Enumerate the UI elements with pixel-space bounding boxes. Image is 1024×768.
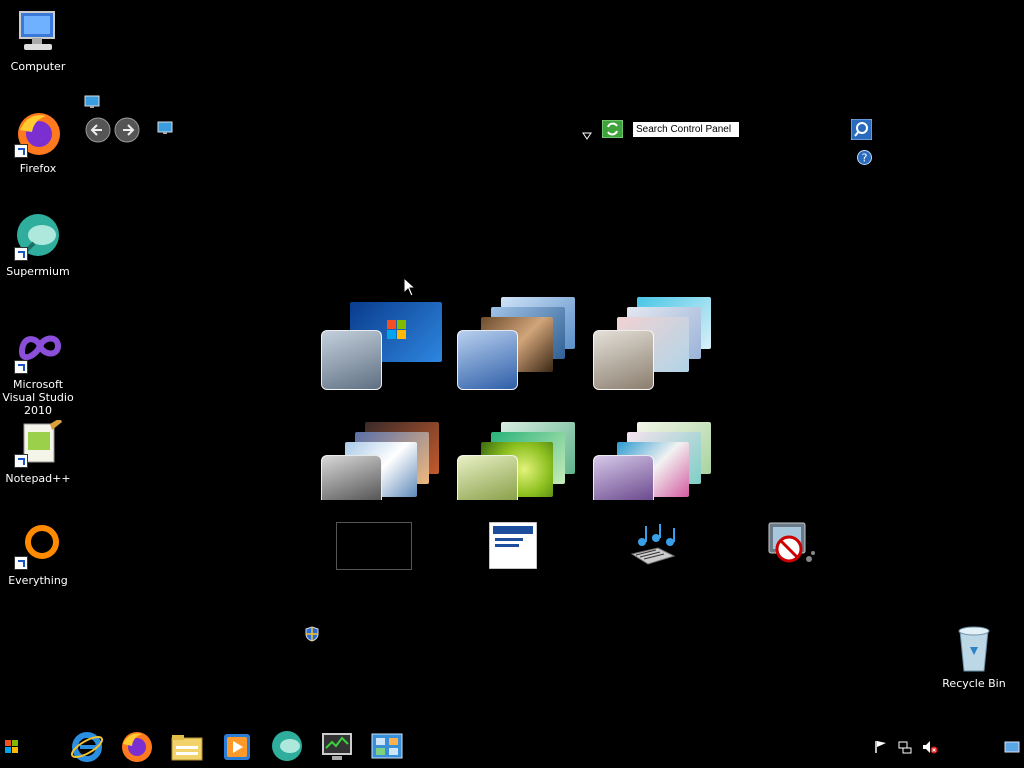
desktop-icon-supermium[interactable]: Supermium: [0, 213, 76, 278]
action-center-flag-button[interactable]: [874, 739, 888, 753]
desktop-icon-label: Microsoft Visual Studio 2010: [2, 378, 74, 417]
volume-muted-icon: [923, 741, 938, 754]
taskbar-file-explorer[interactable]: [170, 730, 204, 764]
help-icon: ?: [857, 150, 872, 165]
firefox-icon: [122, 732, 152, 762]
media-player-icon: [224, 734, 250, 760]
search-button[interactable]: [850, 118, 873, 141]
monitor-icon: [322, 733, 352, 760]
control-panel-icon: [371, 733, 403, 759]
theme-glass-swatch: [593, 330, 654, 390]
supermium-icon: [272, 731, 302, 761]
taskbar-internet-explorer[interactable]: [70, 730, 104, 764]
windows-logo-icon: [387, 320, 407, 344]
shortcut-arrow-icon: [14, 360, 28, 374]
taskbar-supermium[interactable]: [270, 730, 304, 764]
screen-saver-button[interactable]: [767, 521, 817, 569]
theme-glass-swatch: [457, 455, 518, 500]
theme-glass-swatch: [321, 330, 382, 390]
action-center-flag-icon: [875, 741, 886, 753]
desktop-icon-everything[interactable]: Everything: [0, 522, 76, 587]
network-button[interactable]: [898, 739, 912, 754]
taskbar-media-player[interactable]: [220, 730, 254, 764]
visual-studio-icon: [14, 326, 62, 374]
show-desktop-icon: [1004, 741, 1020, 753]
shortcut-arrow-icon: [14, 556, 28, 570]
forward-button[interactable]: [113, 117, 141, 143]
back-icon: [85, 117, 111, 143]
firefox-icon: [14, 110, 62, 158]
mouse-cursor-icon: [403, 276, 417, 301]
desktop-icon-visual-studio[interactable]: Microsoft Visual Studio 2010: [0, 326, 76, 417]
theme-windows-7[interactable]: [321, 300, 451, 400]
theme-glass-swatch: [321, 455, 382, 500]
network-icon: [898, 741, 912, 754]
desktop-icon-label: Computer: [10, 60, 66, 73]
screen-saver-icon: [768, 522, 815, 563]
refresh-icon: [601, 119, 624, 139]
forward-icon: [114, 117, 140, 143]
everything-icon: [14, 522, 62, 570]
file-explorer-icon: [171, 735, 203, 761]
sounds-button[interactable]: [628, 520, 678, 568]
sounds-icon: [630, 524, 676, 565]
supermium-icon: [14, 213, 62, 261]
shortcut-arrow-icon: [14, 144, 28, 158]
search-icon: [850, 118, 873, 141]
back-button[interactable]: [84, 117, 112, 143]
recycle-bin-icon: [950, 625, 998, 673]
desktop-icon-computer[interactable]: Computer: [0, 8, 76, 73]
taskbar-firefox[interactable]: [120, 730, 154, 764]
start-button[interactable]: [4, 738, 20, 754]
theme-nature[interactable]: [457, 422, 587, 522]
start-orb-icon: [5, 740, 18, 753]
theme-landscapes[interactable]: [321, 422, 451, 522]
address-bar-icon[interactable]: [157, 120, 173, 134]
desktop-icon-label: Supermium: [6, 265, 70, 278]
theme-glass-swatch: [457, 330, 518, 390]
desktop-icon-recycle-bin[interactable]: Recycle Bin: [936, 625, 1012, 690]
desktop-icon-label: Recycle Bin: [942, 677, 1006, 690]
help-button[interactable]: ?: [857, 150, 872, 165]
desktop-background-button[interactable]: [336, 522, 412, 570]
uac-shield-icon: [305, 626, 319, 642]
shortcut-arrow-icon: [14, 454, 28, 468]
desktop-icon-notepadpp[interactable]: Notepad++: [0, 418, 76, 485]
svg-text:?: ?: [862, 152, 868, 165]
window-color-icon: [488, 521, 538, 570]
window-color-button[interactable]: [488, 521, 538, 570]
refresh-button[interactable]: [601, 119, 624, 139]
theme-scenes[interactable]: [593, 422, 723, 522]
search-input[interactable]: Search Control Panel: [633, 122, 739, 137]
show-desktop-button[interactable]: [1004, 739, 1020, 753]
desktop-icon-label: Notepad++: [5, 472, 71, 485]
volume-button[interactable]: [922, 739, 938, 754]
computer-icon: [14, 8, 62, 56]
taskbar-control-panel[interactable]: [370, 730, 404, 764]
desktop-icon-label: Everything: [8, 574, 68, 587]
desktop-icon-firefox[interactable]: Firefox: [0, 110, 76, 175]
internet-explorer-icon: [70, 732, 104, 762]
theme-characters[interactable]: [593, 297, 723, 397]
theme-architecture[interactable]: [457, 297, 587, 397]
shortcut-arrow-icon: [14, 247, 28, 261]
address-dropdown-icon[interactable]: [582, 125, 592, 140]
theme-glass-swatch: [593, 455, 654, 500]
desktop-icon-label: Firefox: [19, 162, 57, 175]
taskbar-monitor[interactable]: [320, 730, 354, 764]
monitor-small-icon: [84, 94, 100, 108]
notepadpp-icon: [14, 418, 62, 468]
